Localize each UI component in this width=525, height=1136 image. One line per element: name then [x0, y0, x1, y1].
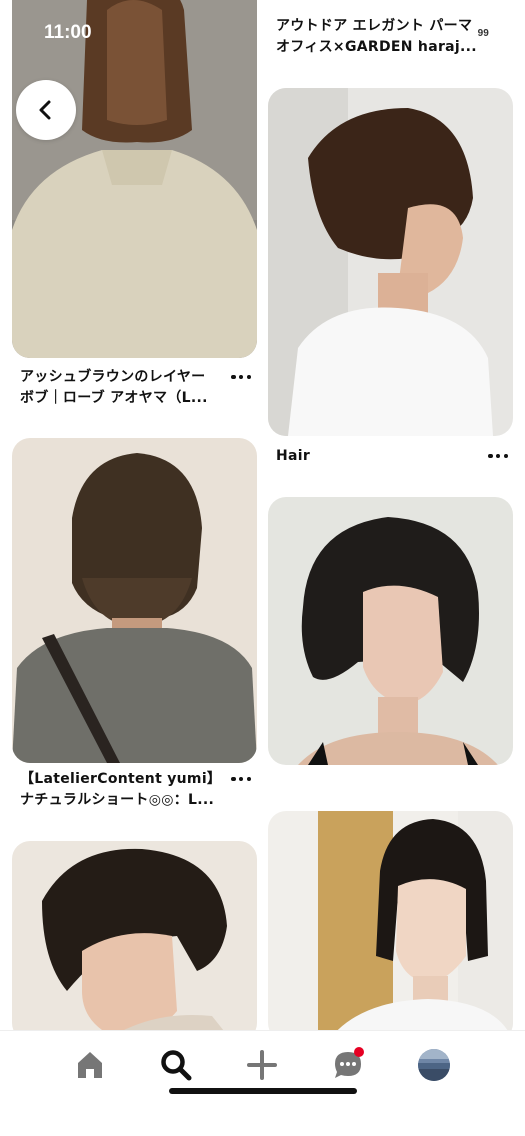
pin-image-fleece-bob[interactable] — [12, 0, 257, 358]
tab-search[interactable] — [156, 1045, 196, 1085]
chevron-left-icon — [39, 100, 51, 120]
more-options-button[interactable] — [229, 370, 253, 384]
battery-indicator: 99 — [468, 26, 498, 42]
more-options-button[interactable] — [229, 772, 253, 786]
pin-feed[interactable]: アウトドア エレガント パーマ オフィス×GARDEN haraj... アッシ… — [0, 0, 525, 1030]
pin-photo — [268, 811, 513, 1030]
pin-photo — [12, 438, 257, 763]
tab-create[interactable] — [242, 1045, 282, 1085]
home-icon — [78, 1052, 102, 1078]
status-indicators: 99 — [420, 24, 498, 44]
notification-badge — [354, 1047, 364, 1057]
plus-icon — [247, 1050, 277, 1080]
wifi-icon — [444, 27, 463, 40]
pin-image-straight-bob[interactable] — [268, 811, 513, 1030]
home-indicator — [169, 1088, 357, 1094]
search-icon — [161, 1050, 192, 1081]
bottom-tab-bar — [0, 1030, 525, 1136]
back-button[interactable] — [16, 80, 76, 140]
profile-avatar — [418, 1049, 450, 1081]
pin-image-wavy-back[interactable] — [12, 438, 257, 763]
pin-caption: 【LatelierContent yumi】 ナチュラルショート◎◎：L... — [20, 771, 222, 808]
pin-image-curtain-bangs[interactable] — [12, 841, 257, 1030]
tab-messages[interactable] — [328, 1045, 368, 1085]
pin-photo — [12, 841, 257, 1030]
pin-photo — [268, 88, 513, 436]
pin-caption: Hair — [276, 448, 311, 464]
status-time: 11:00 — [44, 22, 92, 43]
pin-image-black-shag[interactable] — [268, 497, 513, 765]
tab-profile[interactable] — [414, 1045, 454, 1085]
pin-photo — [12, 0, 257, 358]
pin-image-short-brown-profile[interactable] — [268, 88, 513, 436]
more-options-button[interactable] — [486, 449, 510, 463]
pin-photo — [268, 497, 513, 765]
pin-caption: アッシュブラウンのレイヤー ボブ｜ローブ アオヤマ（L... — [20, 369, 208, 406]
signal-icon — [420, 27, 438, 41]
tab-home[interactable] — [70, 1045, 110, 1085]
